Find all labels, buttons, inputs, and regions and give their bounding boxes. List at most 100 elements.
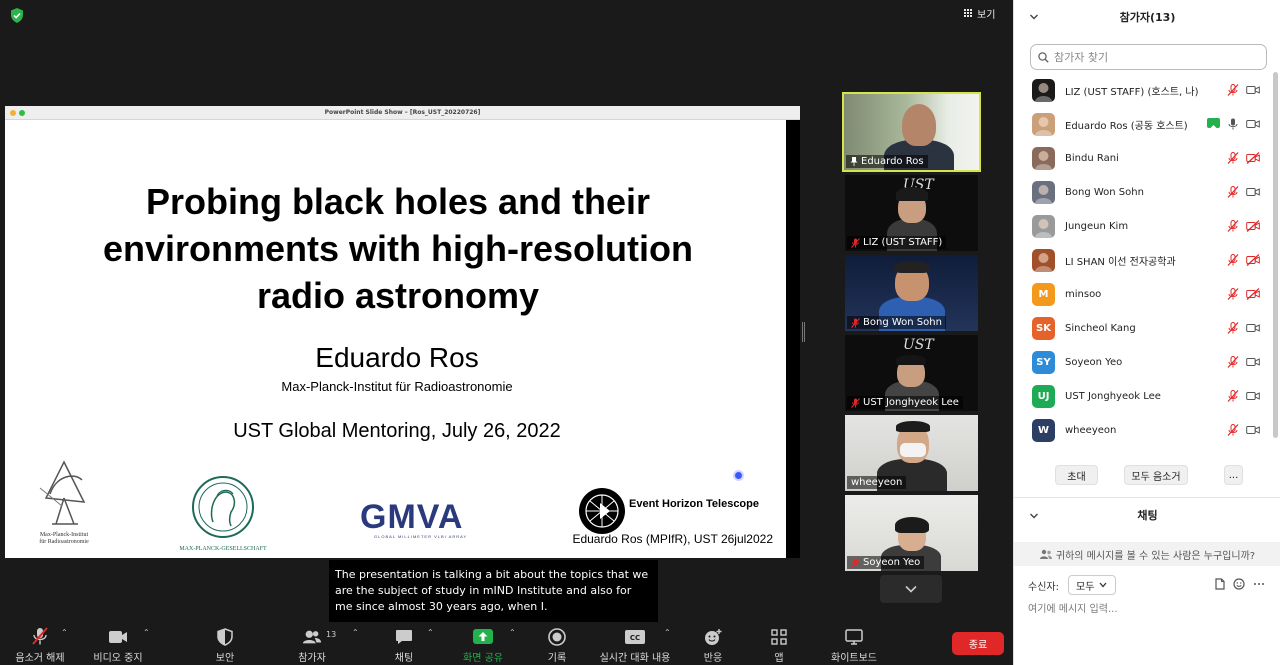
resize-handle[interactable] (802, 322, 805, 342)
chat-recipient-select[interactable]: 모두 (1068, 575, 1116, 595)
apps-button[interactable]: 앱 (768, 624, 790, 664)
security-button[interactable]: 보안 (206, 624, 244, 664)
avatar: SK (1032, 316, 1055, 340)
record-label: 기록 (547, 653, 567, 664)
video-off-icon[interactable] (1246, 152, 1260, 164)
participant-name: UST Jonghyeok Lee (863, 397, 959, 408)
slide-title: Probing black holes and their environmen… (102, 181, 693, 316)
video-tile[interactable]: Bong Won Sohn (845, 255, 978, 331)
participant-row[interactable]: SK Sincheol Kang (1014, 311, 1272, 345)
slide-institute: Max-Planck-Institut für Radioastronomie (281, 379, 513, 394)
live-transcript-button[interactable]: CC 실시간 대화 내용 (596, 624, 674, 664)
person-hair (895, 517, 929, 533)
muted-mic-icon (851, 317, 860, 328)
video-tile[interactable]: Eduardo Ros (842, 92, 981, 172)
video-tile[interactable]: Soyeon Yeo (845, 495, 978, 571)
caret-up-icon[interactable]: ⌃ (664, 629, 672, 637)
participant-name: Eduardo Ros (861, 156, 924, 167)
participant-row[interactable]: Bong Won Sohn (1014, 175, 1272, 209)
share-screen-button[interactable]: 화면 공유 (458, 624, 508, 664)
avatar (1032, 112, 1055, 136)
avatar: M (1032, 282, 1055, 306)
reactions-button[interactable]: 반응 (698, 624, 728, 664)
sharing-screen-icon (1207, 118, 1220, 131)
eht-logo-text: Event Horizon Telescope (629, 498, 759, 510)
video-tile[interactable]: UST UST Jonghyeok Lee (845, 335, 978, 411)
video-tile[interactable]: wheeyeon (845, 415, 978, 491)
participant-row[interactable]: Mminsoo (1014, 277, 1272, 311)
video-off-icon[interactable] (1246, 220, 1260, 232)
caret-up-icon[interactable]: ⌃ (61, 629, 69, 637)
video-camera-icon[interactable] (1246, 118, 1260, 130)
encryption-shield-icon[interactable] (10, 8, 24, 23)
muted-mic-icon[interactable] (1227, 322, 1239, 334)
muted-mic-icon[interactable] (1227, 424, 1239, 436)
mpifr-logo-text: Max-Planck-Institut für Radioastronomie (39, 532, 89, 545)
file-icon[interactable] (1214, 578, 1226, 590)
muted-mic-icon[interactable] (1227, 390, 1239, 402)
participant-name: Eduardo Ros (공동 호스트) (1065, 120, 1188, 132)
mpifr-logo: Max-Planck-Institut für Radioastronomie (28, 458, 100, 550)
participant-row[interactable]: UJ UST Jonghyeok Lee (1014, 379, 1272, 413)
video-camera-icon[interactable] (1246, 390, 1260, 402)
video-camera-icon[interactable] (1246, 322, 1260, 334)
view-button[interactable]: 보기 (964, 4, 995, 22)
stop-video-button[interactable]: 비디오 중지 (90, 624, 146, 664)
more-options-button[interactable]: ... (1224, 465, 1243, 485)
video-camera-icon[interactable] (1246, 186, 1260, 198)
muted-mic-icon[interactable] (1227, 84, 1239, 96)
radio-telescope-icon (39, 460, 86, 525)
muted-mic-icon[interactable] (1227, 288, 1239, 300)
video-camera-icon[interactable] (1246, 424, 1260, 436)
video-camera-icon[interactable] (1246, 356, 1260, 368)
emoji-icon[interactable] (1233, 578, 1245, 590)
caret-up-icon[interactable]: ⌃ (427, 629, 435, 637)
pin-icon (850, 157, 858, 166)
participant-row[interactable]: Jungeun Kim (1014, 209, 1272, 243)
muted-mic-icon[interactable] (1227, 152, 1239, 164)
participant-row[interactable]: SY Soyeon Yeo (1014, 345, 1272, 379)
participant-row[interactable]: LIZ (UST STAFF) (호스트, 나) (1014, 73, 1272, 107)
muted-mic-icon[interactable] (1227, 356, 1239, 368)
record-button[interactable]: 기록 (540, 624, 574, 664)
video-off-icon[interactable] (1246, 254, 1260, 266)
svg-text:CC: CC (630, 634, 640, 642)
shared-window-titlebar: PowerPoint Slide Show – [Ros_UST_2022072… (5, 106, 800, 120)
whiteboard-button[interactable]: 화이트보드 (826, 624, 882, 664)
video-tile-name: Eduardo Ros (846, 155, 928, 168)
video-camera-icon (108, 627, 128, 646)
participant-row[interactable]: Bindu Rani (1014, 141, 1272, 175)
end-meeting-button[interactable]: 종료 (952, 632, 1004, 655)
participant-list: LIZ (UST STAFF) (호스트, 나) Eduardo Ros (공동 … (1014, 73, 1272, 447)
chat-privacy-notice[interactable]: 귀하의 메시지를 볼 수 있는 사람은 누구입니까? (1014, 542, 1280, 566)
video-camera-icon[interactable] (1246, 84, 1260, 96)
caret-up-icon[interactable]: ⌃ (509, 629, 517, 637)
mute-all-button[interactable]: 모두 음소거 (1124, 465, 1188, 485)
chat-to-label: 수신자: (1028, 582, 1059, 593)
chat-message-input[interactable]: 여기에 메시지 입력... (1028, 600, 1268, 616)
muted-mic-icon[interactable] (1227, 220, 1239, 232)
unmute-button[interactable]: 음소거 해제 (12, 624, 68, 664)
video-scroll-down-button[interactable] (880, 575, 942, 603)
muted-mic-icon[interactable] (1227, 186, 1239, 198)
view-label: 보기 (977, 9, 996, 21)
video-tile[interactable]: UST LIZ (UST STAFF) (845, 175, 978, 251)
participant-row[interactable]: LI SHAN 이선 전자공학과 (1014, 243, 1272, 277)
avatar: UJ (1032, 384, 1055, 408)
mic-icon[interactable] (1227, 118, 1239, 130)
participant-row[interactable]: Wwheeyeon (1014, 413, 1272, 447)
participant-row[interactable]: Eduardo Ros (공동 호스트) (1014, 107, 1272, 141)
participants-icon (302, 627, 322, 646)
video-off-icon[interactable] (1246, 288, 1260, 300)
invite-button[interactable]: 초대 (1055, 465, 1098, 485)
more-icon[interactable] (1253, 578, 1265, 590)
chat-button[interactable]: 채팅 (386, 624, 422, 664)
muted-mic-icon[interactable] (1227, 254, 1239, 266)
caret-up-icon[interactable]: ⌃ (143, 629, 151, 637)
window-control-icon (19, 110, 25, 116)
participant-name: UST Jonghyeok Lee (1065, 390, 1161, 402)
caret-up-icon[interactable]: ⌃ (352, 629, 360, 637)
participant-list-scrollbar[interactable] (1273, 72, 1278, 438)
gmva-logo-text: GMVA (360, 498, 464, 536)
participant-search-input[interactable]: 참가자 찾기 (1030, 44, 1267, 70)
